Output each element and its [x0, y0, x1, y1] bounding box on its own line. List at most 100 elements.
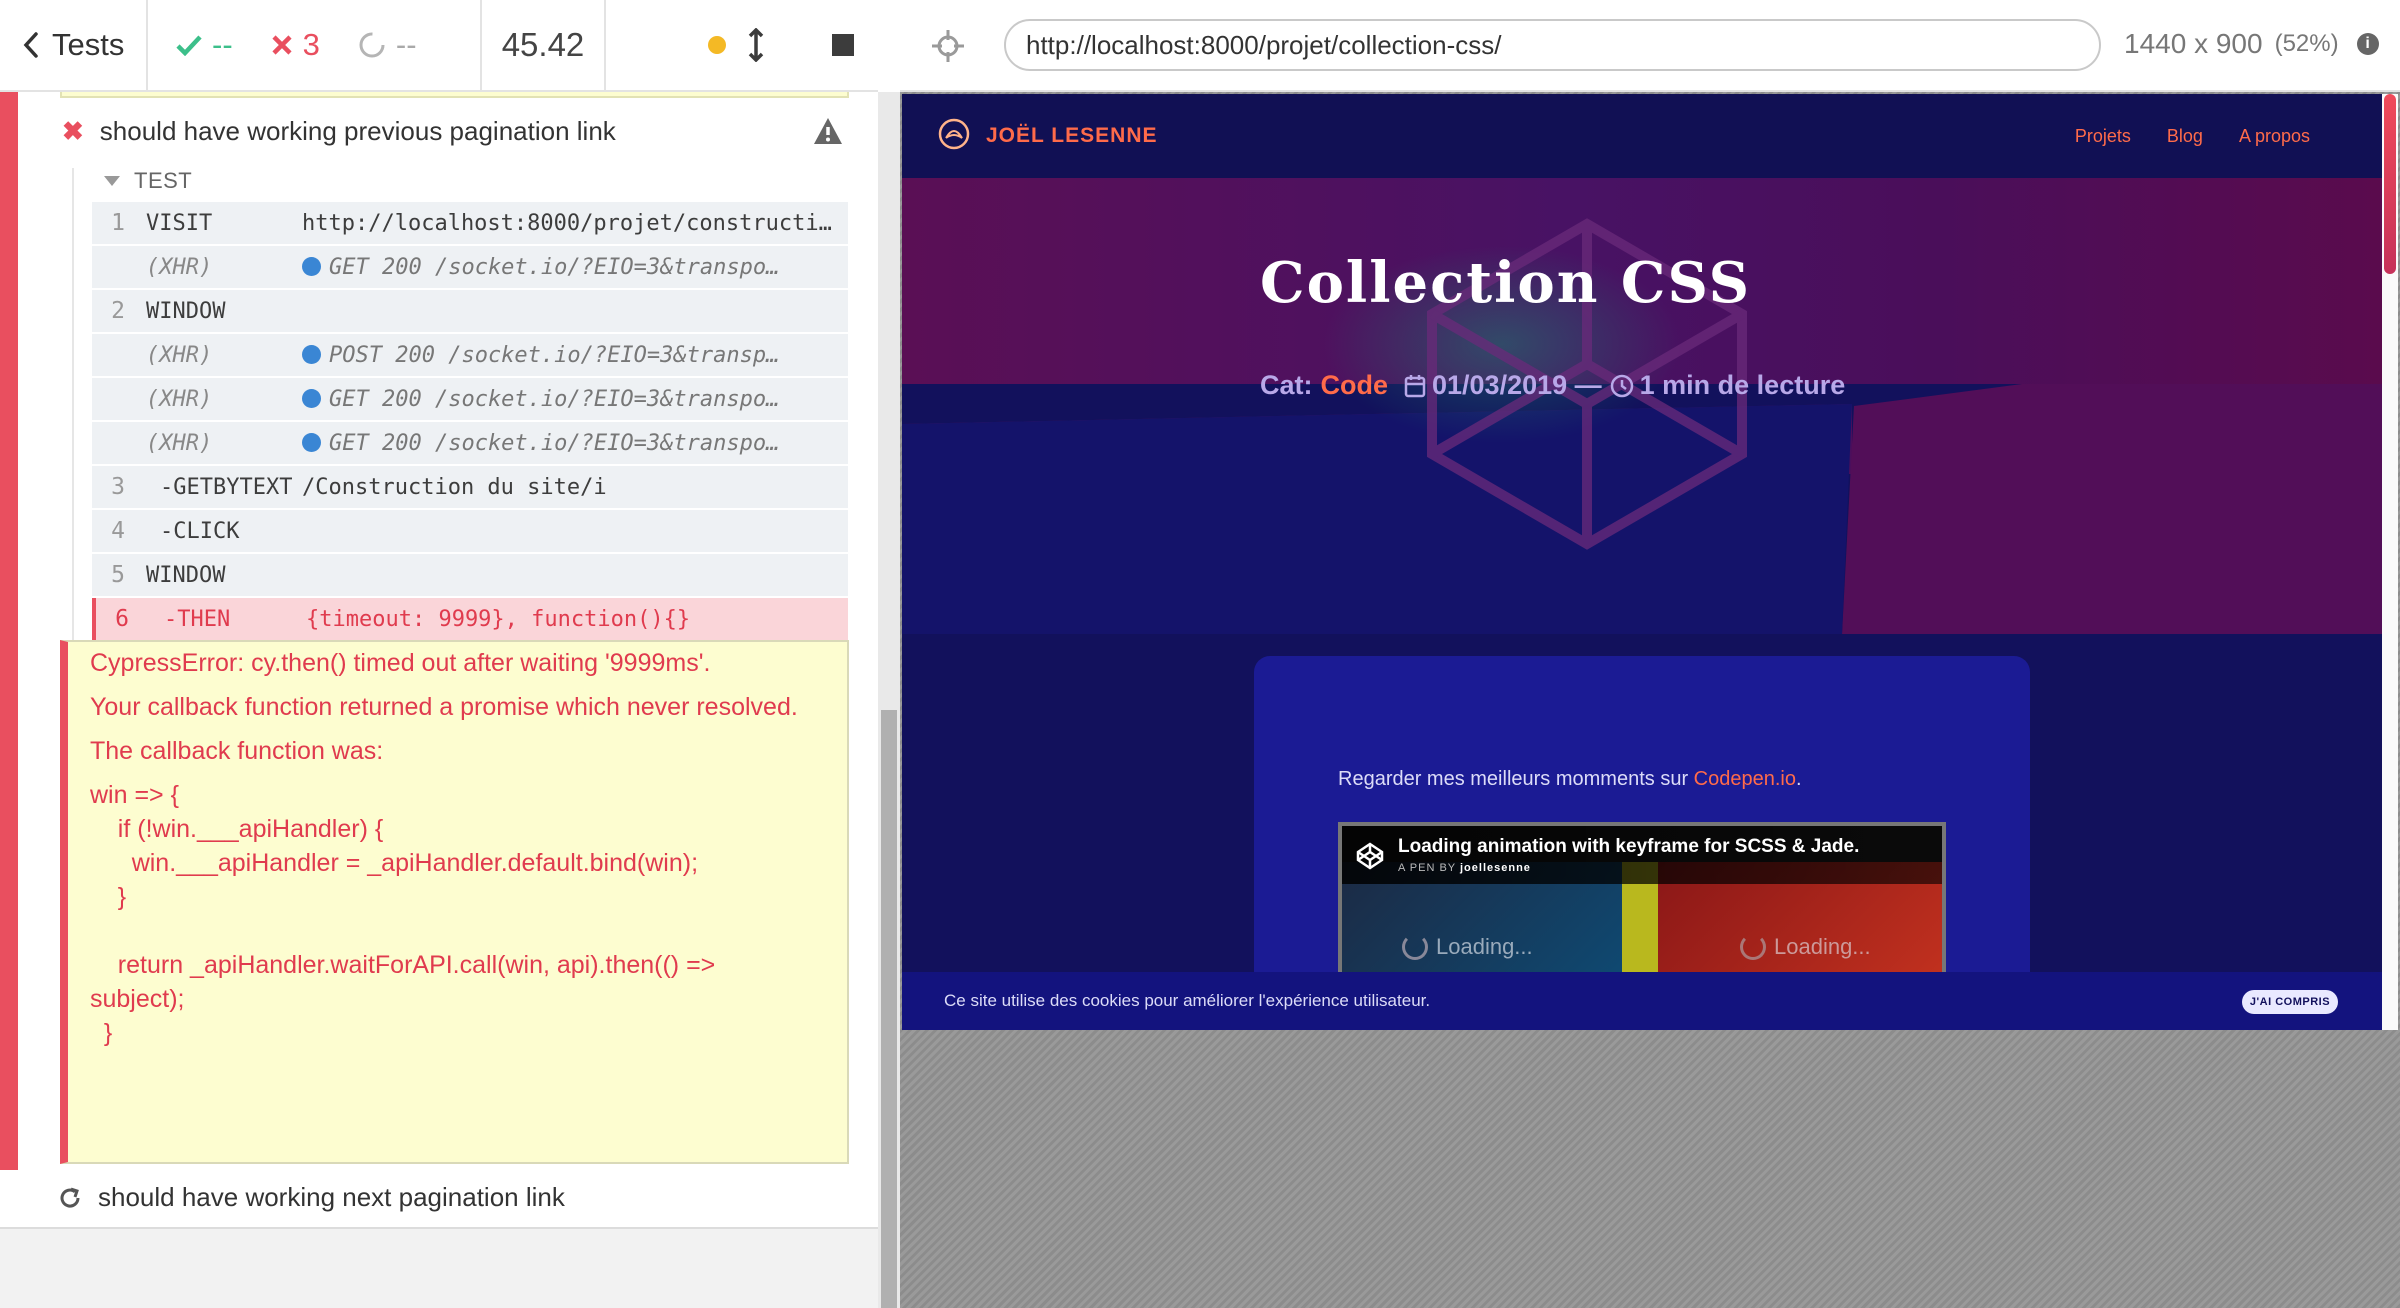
page-title: Collection CSS — [1260, 250, 1752, 316]
pen-author[interactable]: joellesenne — [1460, 862, 1531, 874]
cypress-runner: Tests -- 3 -- 45.42 ✖ should have workin… — [0, 0, 2400, 1308]
aut-header: http://localhost:8000/projet/collection-… — [900, 0, 2400, 92]
hook-label: TEST — [134, 168, 193, 193]
reporter-body: ✖ should have working previous paginatio… — [0, 92, 878, 1227]
codepen-link[interactable]: Codepen.io — [1694, 768, 1796, 790]
refresh-icon — [60, 1187, 80, 1207]
command-message-text: /Construction du site/i — [302, 474, 607, 500]
stop-button[interactable] — [832, 34, 854, 56]
viewport-info: 1440 x 900 (52%) i — [2124, 28, 2379, 60]
site-navbar: JOËL LESENNE Projets Blog A propos — [902, 94, 2382, 178]
intro-paragraph: Regarder mes meilleurs momments sur Code… — [1338, 768, 1802, 791]
failed-test-title[interactable]: ✖ should have working previous paginatio… — [62, 116, 616, 147]
check-icon — [176, 35, 202, 56]
xhr-status-dot-icon — [302, 344, 321, 364]
hook-toggle[interactable]: TEST — [104, 168, 192, 194]
command-number: 6 — [115, 606, 129, 632]
reporter-scrollbar[interactable] — [878, 92, 900, 1308]
category-label: Cat: — [1260, 370, 1313, 400]
command-message: http://localhost:8000/projet/constructio… — [302, 211, 848, 236]
nav-link-a-propos[interactable]: A propos — [2239, 126, 2310, 147]
command-name: WINDOW — [146, 562, 226, 588]
failed-count: 3 — [302, 27, 320, 62]
site-nav-links: Projets Blog A propos — [2075, 126, 2310, 147]
command-number: 3 — [111, 474, 125, 500]
stats: -- 3 -- — [148, 0, 482, 90]
command-message-text: POST 200 /socket.io/?EIO=3&transp… — [329, 342, 780, 368]
command-message-text: GET 200 /socket.io/?EIO=3&transpo… — [329, 254, 780, 280]
duration: 45.42 — [482, 0, 606, 90]
cross-icon — [272, 35, 292, 55]
command-name: -THEN — [164, 606, 231, 632]
command-row[interactable]: (XHR) POST 200 /socket.io/?EIO=3&transp… — [92, 334, 848, 378]
pen-byline: A PEN BY joellesenne — [1398, 862, 1531, 874]
fail-x-icon: ✖ — [62, 116, 84, 146]
command-message: GET 200 /socket.io/?EIO=3&transpo… — [302, 255, 848, 280]
xhr-status-dot-icon — [302, 256, 321, 276]
caret-down-icon — [104, 176, 120, 186]
xhr-status-dot-icon — [302, 388, 321, 408]
running-indicator-icon — [708, 36, 726, 54]
url-bar[interactable]: http://localhost:8000/projet/collection-… — [1004, 19, 2101, 71]
error-line-2: Your callback function returned a promis… — [90, 693, 798, 721]
codepen-logo-icon — [1356, 842, 1384, 870]
reporter-panel: Tests -- 3 -- 45.42 ✖ should have workin… — [0, 0, 878, 1308]
command-row[interactable]: (XHR) GET 200 /socket.io/?EIO=3&transpo… — [92, 378, 848, 422]
auto-scroll-icon[interactable] — [748, 28, 764, 62]
warning-icon[interactable] — [812, 116, 844, 146]
reporter-header: Tests -- 3 -- 45.42 — [0, 0, 878, 92]
command-row[interactable]: 5 WINDOW — [92, 554, 848, 598]
pen-loading-left: Loading... — [1402, 934, 1533, 960]
loading-right-label: Loading... — [1774, 934, 1871, 959]
command-row-failed[interactable]: 6 -THEN {timeout: 9999}, function(){} — [92, 598, 848, 642]
command-row[interactable]: 2 WINDOW — [92, 290, 848, 334]
loading-spinner-icon — [1402, 934, 1428, 960]
loading-spinner-icon — [1740, 934, 1766, 960]
error-line-3: The callback function was: — [90, 737, 384, 765]
scrollbar-thumb[interactable] — [881, 710, 897, 1308]
command-message: POST 200 /socket.io/?EIO=3&transp… — [302, 343, 848, 368]
post-date: 01/03/2019 — — [1432, 370, 1602, 400]
cookie-banner: Ce site utilise des cookies pour amélior… — [902, 972, 2382, 1030]
pending-stat: -- — [358, 27, 417, 63]
nav-link-projets[interactable]: Projets — [2075, 126, 2131, 147]
pending-count: -- — [395, 27, 417, 62]
site-logo-icon[interactable] — [938, 118, 970, 150]
command-name: VISIT — [146, 210, 213, 236]
previous-error-box-edge — [60, 92, 849, 98]
back-to-tests-button[interactable]: Tests — [0, 0, 148, 90]
command-name: -GETBYTEXT — [160, 474, 293, 500]
next-test-title[interactable]: should have working next pagination link — [58, 1182, 565, 1213]
command-name: (XHR) — [146, 254, 213, 280]
site-brand[interactable]: JOËL LESENNE — [986, 124, 1158, 148]
info-icon[interactable]: i — [2356, 33, 2379, 55]
command-row[interactable]: 3 -GETBYTEXT/Construction du site/i — [92, 466, 848, 510]
back-label: Tests — [52, 27, 125, 62]
failed-test-label: should have working previous pagination … — [99, 116, 616, 146]
run-controls — [606, 0, 878, 90]
command-name: (XHR) — [146, 430, 213, 456]
site-scrollbar-thumb[interactable] — [2384, 94, 2396, 274]
category-link[interactable]: Code — [1321, 370, 1389, 401]
viewport-size: 1440 x 900 — [2124, 28, 2263, 59]
selector-playground-icon[interactable] — [930, 28, 966, 64]
command-row[interactable]: (XHR) GET 200 /socket.io/?EIO=3&transpo… — [92, 422, 848, 466]
command-row[interactable]: 4 -CLICK — [92, 510, 848, 554]
xhr-status-dot-icon — [302, 432, 321, 452]
command-row[interactable]: 1 VISIT http://localhost:8000/projet/const… — [92, 202, 848, 246]
pen-title[interactable]: Loading animation with keyframe for SCSS… — [1398, 836, 1859, 858]
nav-link-blog[interactable]: Blog — [2167, 126, 2203, 147]
site-scrollbar[interactable] — [2382, 94, 2398, 1030]
pen-by-label: A PEN BY — [1398, 862, 1460, 874]
command-message: /Construction du site/i — [302, 475, 848, 500]
codepen-embed[interactable]: Loading animation with keyframe for SCSS… — [1338, 822, 1946, 982]
command-message: {timeout: 9999}, function(){} — [306, 607, 848, 632]
command-list: 1 VISIT http://localhost:8000/projet/const… — [92, 202, 848, 642]
command-name: (XHR) — [146, 386, 213, 412]
intro-text: Regarder mes meilleurs momments sur — [1338, 768, 1694, 790]
command-number: 1 — [111, 210, 125, 236]
command-message: GET 200 /socket.io/?EIO=3&transpo… — [302, 387, 848, 412]
command-row[interactable]: (XHR) GET 200 /socket.io/?EIO=3&transpo… — [92, 246, 848, 290]
cookie-accept-button[interactable]: J'AI COMPRIS — [2242, 990, 2338, 1014]
cookie-text: Ce site utilise des cookies pour amélior… — [944, 991, 1431, 1010]
